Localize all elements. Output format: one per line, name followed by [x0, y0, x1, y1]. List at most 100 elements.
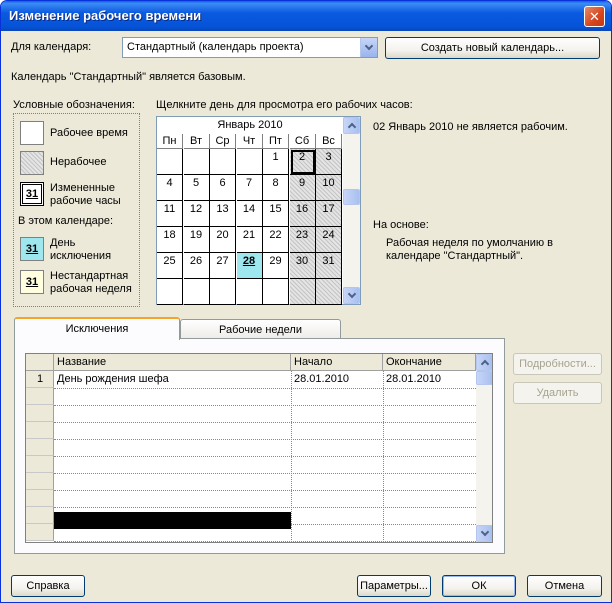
based-on-label: На основе:: [373, 219, 429, 231]
delete-button[interactable]: Удалить: [513, 382, 602, 404]
calendar-day[interactable]: 10: [316, 175, 342, 201]
calendar-day[interactable]: [316, 279, 342, 305]
row-header[interactable]: [26, 439, 54, 456]
calendar-day[interactable]: 16: [289, 201, 316, 227]
calendar-day[interactable]: 9: [289, 175, 316, 201]
chevron-down-icon[interactable]: [360, 38, 377, 57]
calendar-day[interactable]: 20: [210, 227, 236, 253]
row-header[interactable]: [26, 490, 54, 507]
calendar-select[interactable]: Стандартный (календарь проекта): [122, 37, 378, 58]
exception-name-cell[interactable]: День рождения шефа: [54, 371, 291, 388]
cancel-button[interactable]: Отмена: [527, 575, 602, 597]
selected-cell[interactable]: [54, 512, 291, 529]
row-header[interactable]: [26, 524, 54, 541]
day-info-text: 02 Январь 2010 не является рабочим.: [373, 121, 568, 133]
calendar-day[interactable]: 30: [289, 253, 316, 279]
scroll-up-icon[interactable]: [343, 117, 360, 134]
calendar-day[interactable]: 6: [210, 175, 236, 201]
calendar-day[interactable]: 21: [236, 227, 263, 253]
calendar-day[interactable]: 8: [263, 175, 289, 201]
calendar-day[interactable]: 31: [316, 253, 342, 279]
calendar-day[interactable]: 28: [236, 253, 263, 279]
column-header-name[interactable]: Название: [54, 354, 291, 371]
calendar-day[interactable]: 27: [210, 253, 236, 279]
calendar-day[interactable]: [183, 279, 210, 305]
calendar-day[interactable]: 15: [263, 201, 289, 227]
calendar-day[interactable]: 13: [210, 201, 236, 227]
calendar-day[interactable]: [236, 149, 263, 175]
table-corner: [26, 354, 54, 371]
calendar-day[interactable]: 14: [236, 201, 263, 227]
calendar-day[interactable]: 2: [289, 149, 316, 175]
calendar-day[interactable]: 19: [183, 227, 210, 253]
create-calendar-button[interactable]: Создать новый календарь...: [385, 37, 600, 59]
row-header[interactable]: [26, 473, 54, 490]
row-divider: [54, 473, 492, 474]
row-header[interactable]: [26, 456, 54, 473]
scroll-down-icon[interactable]: [476, 525, 492, 542]
scroll-thumb[interactable]: [343, 189, 360, 205]
scroll-down-icon[interactable]: [343, 287, 360, 304]
calendar-day[interactable]: 17: [316, 201, 342, 227]
calendar-day[interactable]: 24: [316, 227, 342, 253]
calendar-day[interactable]: [263, 279, 289, 305]
options-button[interactable]: Параметры...: [357, 575, 431, 597]
row-header[interactable]: [26, 405, 54, 422]
exceptions-table[interactable]: Название Начало Окончание 1 День рождени…: [25, 353, 493, 543]
row-divider: [54, 507, 492, 508]
row-divider: [54, 541, 492, 542]
calendar-day[interactable]: [157, 149, 183, 175]
legend-exception-label: День исключения: [50, 237, 112, 262]
calendar-select-value: Стандартный (календарь проекта): [127, 41, 304, 53]
row-header[interactable]: [26, 388, 54, 405]
tab-exceptions[interactable]: Исключения: [14, 317, 180, 340]
column-header-end[interactable]: Окончание: [383, 354, 476, 371]
calendar-day[interactable]: 22: [263, 227, 289, 253]
working-swatch: [20, 121, 44, 145]
calendar-day[interactable]: 26: [183, 253, 210, 279]
calendar-day[interactable]: 29: [263, 253, 289, 279]
nonstandard-swatch: 31: [20, 270, 44, 294]
calendar-day[interactable]: 5: [183, 175, 210, 201]
exception-start-cell[interactable]: 28.01.2010: [291, 371, 383, 388]
nonworking-swatch: [20, 151, 44, 175]
exception-end-cell[interactable]: 28.01.2010: [383, 371, 476, 388]
calendar-day[interactable]: 23: [289, 227, 316, 253]
scroll-up-icon[interactable]: [476, 354, 492, 371]
based-on-text: Рабочая неделя по умолчанию в календаре …: [386, 237, 554, 262]
calendar-day[interactable]: 3: [316, 149, 342, 175]
legend-nonstandard-label: Нестандартная рабочая неделя: [50, 270, 132, 295]
calendar-weekday-header: Пн Вт Ср Чт Пт Сб Вс: [157, 134, 343, 149]
column-header-start[interactable]: Начало: [291, 354, 383, 371]
calendar-day[interactable]: [210, 149, 236, 175]
calendar-day[interactable]: 18: [157, 227, 183, 253]
calendar-day[interactable]: 11: [157, 201, 183, 227]
legend-in-calendar: В этом календаре:: [18, 215, 114, 227]
scroll-thumb[interactable]: [476, 371, 492, 385]
calendar-day[interactable]: [183, 149, 210, 175]
table-scrollbar[interactable]: [476, 354, 492, 542]
calendar-day[interactable]: 25: [157, 253, 183, 279]
row-header[interactable]: [26, 422, 54, 439]
help-button[interactable]: Справка: [11, 575, 85, 597]
calendar-day[interactable]: [236, 279, 263, 305]
calendar-day[interactable]: [289, 279, 316, 305]
ok-button[interactable]: ОК: [442, 575, 516, 597]
calendar-day[interactable]: [210, 279, 236, 305]
calendar-day[interactable]: [157, 279, 183, 305]
calendar-day[interactable]: 4: [157, 175, 183, 201]
calendar-day[interactable]: 1: [263, 149, 289, 175]
row-divider: [54, 405, 492, 406]
calendar-scrollbar[interactable]: [343, 117, 360, 304]
weekday-header: Вс: [316, 134, 342, 149]
title-bar[interactable]: Изменение рабочего времени ✕: [1, 1, 611, 31]
details-button[interactable]: Подробности...: [513, 353, 602, 375]
row-number: 1: [36, 373, 44, 385]
calendar-day[interactable]: 7: [236, 175, 263, 201]
close-button[interactable]: ✕: [584, 6, 605, 27]
row-header[interactable]: [26, 507, 54, 524]
calendar-day[interactable]: 12: [183, 201, 210, 227]
month-calendar[interactable]: Январь 2010 Пн Вт Ср Чт Пт Сб Вс 1 2 3 4 5 6 7 8 9 10 11…: [156, 116, 361, 305]
close-icon: ✕: [589, 9, 600, 24]
tab-work-weeks[interactable]: Рабочие недели: [180, 319, 341, 340]
